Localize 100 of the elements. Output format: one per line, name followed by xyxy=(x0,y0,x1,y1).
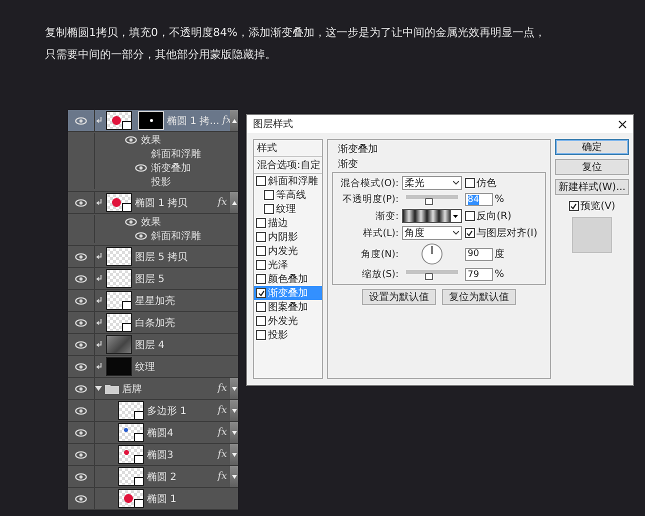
eye-icon[interactable] xyxy=(75,318,87,326)
caret-icon xyxy=(453,214,458,218)
checkbox[interactable] xyxy=(568,201,579,211)
style-list-item[interactable]: 内发光 xyxy=(254,244,322,258)
fx-label[interactable]: fx xyxy=(218,405,227,416)
style-list-item[interactable]: 颜色叠加 xyxy=(254,272,322,286)
fx-label[interactable]: fx xyxy=(218,383,227,394)
style-list-item[interactable]: 描边 xyxy=(254,216,322,230)
layer-row[interactable]: 图层 5 xyxy=(68,268,238,290)
layer-row[interactable]: 图层 4 xyxy=(68,334,238,356)
style-list-item[interactable]: 外发光 xyxy=(254,314,322,328)
dialog-button[interactable]: 复位 xyxy=(555,159,629,175)
fx-label[interactable]: fx xyxy=(218,427,227,438)
dialog-button[interactable]: 新建样式(W)... xyxy=(555,179,629,195)
eye-icon[interactable] xyxy=(75,384,87,392)
fx-label[interactable]: fx xyxy=(218,449,227,460)
dropdown[interactable]: 角度 xyxy=(402,226,462,240)
group-title: 渐变 xyxy=(338,158,359,171)
effects-toggle[interactable] xyxy=(230,466,238,487)
eye-icon[interactable] xyxy=(125,218,137,226)
checkbox[interactable] xyxy=(256,288,266,298)
field-label: 渐变: xyxy=(374,210,399,222)
number-field[interactable]: 90 xyxy=(464,248,493,260)
effect-label[interactable]: 斜面和浮雕 xyxy=(151,147,201,161)
slider-thumb[interactable] xyxy=(425,198,434,205)
effect-label[interactable]: 效果 xyxy=(141,133,161,147)
layer-row[interactable]: 椭圆4 fx xyxy=(68,422,238,444)
effect-label[interactable]: 投影 xyxy=(151,175,171,189)
style-list-item[interactable]: 内阴影 xyxy=(254,230,322,244)
effect-label[interactable]: 斜面和浮雕 xyxy=(151,229,201,243)
checkbox[interactable] xyxy=(256,218,266,228)
layer-row[interactable]: 白条加亮 xyxy=(68,312,238,334)
eye-icon[interactable] xyxy=(75,494,87,502)
eye-icon[interactable] xyxy=(75,472,87,480)
eye-icon[interactable] xyxy=(75,450,87,458)
eye-icon[interactable] xyxy=(75,296,87,304)
layer-row[interactable]: 多边形 1 fx xyxy=(68,400,238,422)
eye-icon[interactable] xyxy=(125,136,137,144)
eye-icon[interactable] xyxy=(75,116,87,124)
checkbox[interactable] xyxy=(256,302,266,312)
gradient-picker[interactable] xyxy=(402,209,462,223)
effects-toggle[interactable] xyxy=(230,400,238,421)
effects-toggle[interactable] xyxy=(230,192,238,213)
layer-row[interactable]: 椭圆 1 xyxy=(68,488,238,510)
style-list-item[interactable]: 渐变叠加 xyxy=(254,286,322,300)
checkbox[interactable] xyxy=(264,190,274,200)
layer-row[interactable]: 盾牌 fx xyxy=(68,378,238,400)
dialog-button[interactable]: 确定 xyxy=(555,139,629,155)
effects-toggle[interactable] xyxy=(230,110,238,131)
fx-label[interactable]: fx xyxy=(218,197,227,208)
checkbox[interactable] xyxy=(256,232,266,242)
style-label: 渐变叠加 xyxy=(268,286,308,300)
layer-row[interactable]: 图层 5 拷贝 xyxy=(68,246,238,268)
effects-toggle[interactable] xyxy=(230,422,238,443)
style-list-item[interactable]: 斜面和浮雕 xyxy=(254,174,322,188)
style-list-header[interactable]: 样式 xyxy=(254,140,322,157)
checkbox[interactable] xyxy=(256,330,266,340)
eye-icon[interactable] xyxy=(135,232,147,240)
style-list-item[interactable]: 等高线 xyxy=(254,188,322,202)
layer-row[interactable]: 椭圆3 fx xyxy=(68,444,238,466)
eye-icon[interactable] xyxy=(135,164,147,172)
layer-row[interactable]: 纹理 xyxy=(68,356,238,378)
fx-label[interactable]: fx xyxy=(218,471,227,482)
checkbox[interactable] xyxy=(256,316,266,326)
eye-icon[interactable] xyxy=(75,340,87,348)
layer-row[interactable]: 椭圆 2 fx xyxy=(68,466,238,488)
effects-toggle[interactable] xyxy=(230,444,238,465)
eye-icon[interactable] xyxy=(75,198,87,206)
layer-row[interactable]: 星星加亮 xyxy=(68,290,238,312)
eye-icon[interactable] xyxy=(75,406,87,414)
checkbox[interactable] xyxy=(256,274,266,284)
checkbox[interactable] xyxy=(464,228,475,238)
effect-label[interactable]: 效果 xyxy=(141,215,161,229)
default-button[interactable]: 设置为默认值 xyxy=(362,289,436,305)
layer-row[interactable]: 椭圆 1 拷贝 fx xyxy=(68,192,238,214)
checkbox[interactable] xyxy=(464,211,475,221)
number-field[interactable]: 84 xyxy=(464,193,493,206)
eye-icon[interactable] xyxy=(75,428,87,436)
checkbox[interactable] xyxy=(256,176,266,186)
checkbox[interactable] xyxy=(464,178,475,188)
dropdown[interactable]: 柔光 xyxy=(402,176,462,190)
style-list-header[interactable]: 混合选项:自定 xyxy=(254,157,322,174)
style-list-item[interactable]: 图案叠加 xyxy=(254,300,322,314)
checkbox[interactable] xyxy=(256,260,266,270)
checkbox[interactable] xyxy=(256,246,266,256)
eye-icon[interactable] xyxy=(75,252,87,260)
expand-triangle-icon[interactable] xyxy=(95,385,102,392)
number-field[interactable]: 79 xyxy=(464,268,493,281)
slider-thumb[interactable] xyxy=(425,273,434,280)
angle-dial[interactable] xyxy=(420,243,443,265)
effects-toggle[interactable] xyxy=(230,378,238,399)
eye-icon[interactable] xyxy=(75,274,87,282)
style-list-item[interactable]: 投影 xyxy=(254,328,322,342)
style-list-item[interactable]: 纹理 xyxy=(254,202,322,216)
checkbox[interactable] xyxy=(264,204,274,214)
default-button[interactable]: 复位为默认值 xyxy=(442,289,516,305)
style-list-item[interactable]: 光泽 xyxy=(254,258,322,272)
effect-label[interactable]: 渐变叠加 xyxy=(151,161,191,175)
eye-icon[interactable] xyxy=(75,362,87,370)
close-icon[interactable] xyxy=(618,120,627,128)
